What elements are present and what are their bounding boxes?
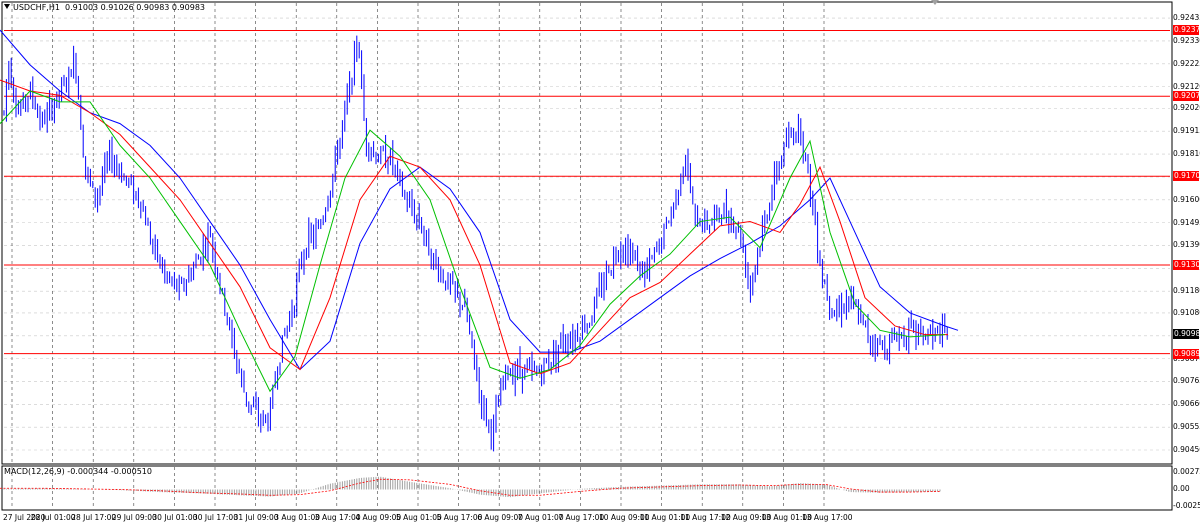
dropdown-triangle-icon[interactable] bbox=[4, 4, 10, 9]
price-tick-label: 0.91495 bbox=[1173, 217, 1200, 227]
time-tick-label: 5 Aug 17:00 bbox=[436, 513, 483, 522]
time-tick-label: 28 Jul 17:00 bbox=[71, 513, 117, 522]
price-tick-label: 0.90765 bbox=[1173, 376, 1200, 386]
level-price-tag: 0.91708 bbox=[1173, 171, 1199, 182]
price-tick-label: 0.92435 bbox=[1173, 13, 1200, 23]
macd-tick-label: 0.002725 bbox=[1173, 467, 1200, 476]
time-tick-label: 3 Aug 01:00 bbox=[274, 513, 320, 522]
macd-header: MACD(12,26,9) -0.000344 -0.000510 bbox=[4, 467, 152, 476]
time-tick-label: 28 Jul 01:00 bbox=[30, 513, 76, 522]
price-tick-label: 0.91180 bbox=[1173, 286, 1200, 296]
price-tick-label: 0.90450 bbox=[1173, 445, 1200, 454]
symbol-label: USDCHF,H1 bbox=[13, 3, 60, 12]
main-chart-frame bbox=[1, 1, 1173, 465]
time-tick-label: 31 Jul 09:00 bbox=[233, 513, 279, 522]
price-tick-label: 0.92120 bbox=[1173, 81, 1200, 91]
chart-canvas[interactable] bbox=[0, 0, 1200, 525]
level-price-tag: 0.92378 bbox=[1173, 25, 1199, 36]
level-price-tag: 0.91300 bbox=[1173, 260, 1199, 271]
ohlc-values: 0.91003 0.91026 0.90983 0.90983 bbox=[65, 3, 206, 12]
time-tick-label: 7 Aug 17:00 bbox=[558, 513, 605, 522]
symbol-header[interactable]: USDCHF,H1 0.91003 0.91026 0.90983 0.9098… bbox=[4, 3, 205, 12]
time-tick-label: 30 Jul 01:00 bbox=[152, 513, 198, 522]
price-tick-label: 0.91080 bbox=[1173, 307, 1200, 317]
price-tick-label: 0.90555 bbox=[1173, 422, 1200, 432]
time-tick-label: 7 Aug 01:00 bbox=[517, 513, 564, 522]
price-tick-label: 0.91600 bbox=[1173, 194, 1200, 204]
time-tick-label: 5 Aug 01:00 bbox=[396, 513, 442, 522]
price-tick-label: 0.90660 bbox=[1173, 399, 1200, 409]
macd-tick-label: -0.00257 bbox=[1173, 501, 1200, 510]
macd-frame bbox=[1, 465, 1173, 511]
time-tick-label: 13 Aug 17:00 bbox=[802, 513, 853, 522]
price-tick-label: 0.92330 bbox=[1173, 35, 1200, 45]
time-tick-label: 3 Aug 17:00 bbox=[314, 513, 361, 522]
chart-shift-marker-icon[interactable] bbox=[930, 0, 940, 6]
time-tick-label: 6 Aug 09:00 bbox=[477, 513, 523, 522]
price-tick-label: 0.92225 bbox=[1173, 58, 1200, 68]
price-tick-label: 0.91390 bbox=[1173, 240, 1200, 250]
level-price-tag: 0.90893 bbox=[1173, 348, 1199, 359]
current-price-tag: 0.90983 bbox=[1173, 329, 1200, 340]
price-tick-label: 0.92020 bbox=[1173, 103, 1200, 113]
time-tick-label: 4 Aug 09:00 bbox=[355, 513, 402, 522]
time-tick-label: 29 Jul 09:00 bbox=[111, 513, 157, 522]
price-tick-label: 0.91915 bbox=[1173, 126, 1200, 136]
time-tick-label: 30 Jul 17:00 bbox=[193, 513, 238, 522]
price-tick-label: 0.91810 bbox=[1173, 149, 1200, 159]
macd-tick-label: 0.00 bbox=[1173, 484, 1190, 494]
level-price-tag: 0.92076 bbox=[1173, 91, 1199, 102]
